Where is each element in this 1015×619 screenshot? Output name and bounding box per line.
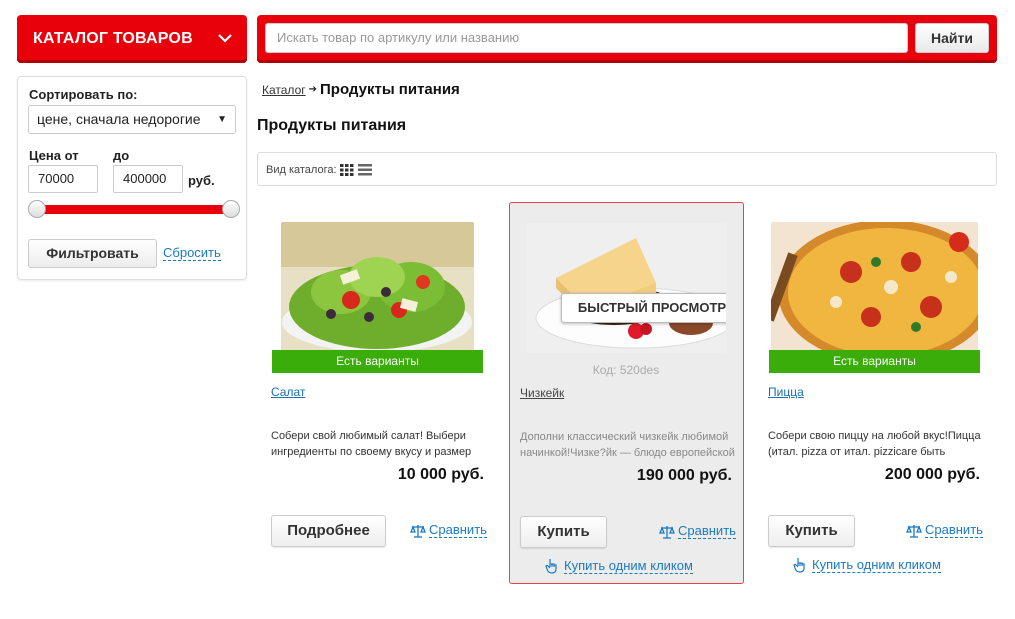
product-price: 200 000 руб. <box>884 466 980 483</box>
arrow-right-icon: ➔ <box>308 84 318 95</box>
breadcrumb-catalog-link[interactable]: Каталог <box>262 83 306 97</box>
price-range-min-handle[interactable] <box>28 200 46 218</box>
filter-panel: Сортировать по: цене, сначала недорогие … <box>17 76 247 280</box>
details-button[interactable]: Подробнее <box>271 515 386 547</box>
product-card-salad: Есть варианты Салат Собери свой любимый … <box>271 202 506 584</box>
price-range-max-handle[interactable] <box>222 200 240 218</box>
compare-label: Сравнить <box>429 522 487 538</box>
product-description: Дополни классический чизкейк любимой нач… <box>520 431 735 459</box>
sort-label: Сортировать по: <box>29 87 138 102</box>
filter-button[interactable]: Фильтровать <box>28 239 157 268</box>
buy-one-click-label: Купить одним кликом <box>564 557 693 574</box>
grid-icon[interactable] <box>340 164 354 176</box>
product-card-pizza: Есть варианты Пицца Собери свою пиццу на… <box>768 202 1003 584</box>
product-price: 10 000 руб. <box>397 466 484 483</box>
hand-pointer-icon <box>545 559 557 574</box>
catalog-menu-label: КАТАЛОГ ТОВАРОВ <box>33 30 193 47</box>
buy-one-click-label: Купить одним кликом <box>812 556 941 573</box>
product-image-pizza[interactable] <box>771 222 978 352</box>
search-input[interactable]: Искать товар по артикулу или названию <box>265 23 908 53</box>
buy-one-click-link[interactable]: Купить одним кликом <box>545 558 693 574</box>
product-name-link[interactable]: Салат <box>271 385 305 399</box>
price-range-track[interactable] <box>37 205 230 214</box>
scales-icon <box>659 525 675 539</box>
compare-label: Сравнить <box>678 523 736 539</box>
dropdown-arrow-icon: ▼ <box>217 114 227 125</box>
compare-link[interactable]: Сравнить <box>659 524 736 539</box>
search-bar: Искать товар по артикулу или названию На… <box>257 15 997 63</box>
currency-label: руб. <box>188 173 215 188</box>
quick-view-button[interactable]: БЫСТРЫЙ ПРОСМОТР <box>561 293 726 323</box>
buy-button[interactable]: Купить <box>768 515 855 547</box>
compare-label: Сравнить <box>925 522 983 538</box>
sort-select-value: цене, сначала недорогие <box>37 111 201 127</box>
breadcrumb-current: Продукты питания <box>320 81 460 98</box>
product-code: Код: 520des <box>592 363 660 377</box>
search-button[interactable]: Найти <box>915 23 989 53</box>
price-from-label: Цена от <box>29 148 79 163</box>
product-price: 190 000 руб. <box>636 467 732 484</box>
view-label: Вид каталога: <box>266 164 337 176</box>
chevron-down-icon <box>218 34 232 43</box>
list-icon[interactable] <box>358 164 372 176</box>
catalog-menu-button[interactable]: КАТАЛОГ ТОВАРОВ <box>17 15 247 63</box>
sort-select[interactable]: цене, сначала недорогие ▼ <box>28 105 236 134</box>
buy-one-click-link[interactable]: Купить одним кликом <box>793 557 941 573</box>
page-title: Продукты питания <box>257 117 407 134</box>
compare-link[interactable]: Сравнить <box>906 523 983 538</box>
product-description: Собери свою пиццу на любой вкус!Пицца (и… <box>768 430 981 458</box>
compare-link[interactable]: Сравнить <box>410 523 487 538</box>
product-card-cheesecake: БЫСТРЫЙ ПРОСМОТР Код: 520des Чизкейк Доп… <box>509 202 744 584</box>
price-to-label: до <box>113 148 130 163</box>
catalog-view-bar: Вид каталога: <box>257 152 997 186</box>
price-from-input[interactable]: 70000 <box>28 165 98 193</box>
hand-pointer-icon <box>793 558 805 573</box>
buy-button[interactable]: Купить <box>520 516 607 548</box>
product-image-salad[interactable] <box>281 222 474 352</box>
scales-icon <box>906 524 922 538</box>
product-name-link[interactable]: Пицца <box>768 385 804 399</box>
product-description: Собери свой любимый салат! Выбери ингред… <box>271 430 472 458</box>
product-image-cheesecake[interactable]: БЫСТРЫЙ ПРОСМОТР <box>526 223 726 353</box>
breadcrumb: Каталог ➔ Продукты питания <box>262 81 460 98</box>
reset-link[interactable]: Сбросить <box>163 246 221 261</box>
product-name-link[interactable]: Чизкейк <box>520 386 564 400</box>
scales-icon <box>410 524 426 538</box>
variants-badge: Есть варианты <box>769 350 980 373</box>
variants-badge: Есть варианты <box>272 350 483 373</box>
price-to-input[interactable]: 400000 <box>113 165 183 193</box>
